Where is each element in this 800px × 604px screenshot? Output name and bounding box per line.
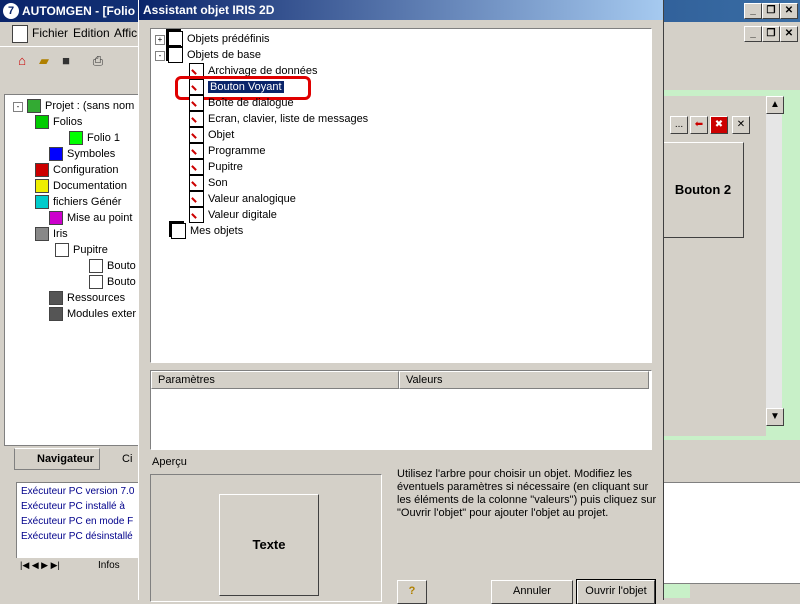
tab-navigateur[interactable]: Navigateur [14,448,100,470]
minimize-button[interactable]: _ [744,3,762,19]
help-text: Utilisez l'arbre pour choisir un objet. … [397,468,657,519]
object-icon [189,175,204,192]
menu-edition[interactable]: Edition [73,26,110,40]
column-header-parametres[interactable]: Paramètres [151,371,399,389]
help-button[interactable]: ? [397,580,427,604]
nav-item-mise-au-point[interactable]: Mise au point [49,211,132,227]
folder-icon [168,47,183,64]
log-panel: Exécuteur PC version 7.0 Exécuteur PC in… [16,482,142,560]
restore-button[interactable]: ❐ [762,3,780,19]
tab-infos[interactable]: Infos [98,560,120,571]
doc-minimize-button[interactable]: _ [744,26,762,42]
navigator-tabs: Navigateur Ci [4,446,140,470]
tree-item-valeur-analogique[interactable]: Valeur analogique [189,191,296,208]
object-icon [189,159,204,176]
tab-other[interactable]: Ci [102,450,138,468]
close-icon[interactable]: ✕ [732,116,750,134]
delete-icon[interactable]: ✖ [710,116,728,134]
document-icon [12,25,28,43]
tree-item-son[interactable]: Son [189,175,228,192]
nav-item-bouton-2[interactable]: Bouto [89,275,136,291]
tree-item-objet[interactable]: Objet [189,127,234,144]
nav-arrows-icon[interactable]: |◀ ◀ ▶ ▶| [20,560,60,571]
nav-item-bouton-1[interactable]: Bouto [89,259,136,275]
dialog-title: Assistant objet IRIS 2D [143,3,275,17]
log-line: Exécuteur PC désinstallé [21,531,133,542]
tree-item-valeur-digitale[interactable]: Valeur digitale [189,207,277,224]
menu-affichage[interactable]: Affic [114,26,137,40]
nav-item-ressources[interactable]: Ressources [49,291,125,307]
open-folder-icon[interactable]: ▰ [36,53,52,69]
folder-icon [171,223,186,240]
more-button[interactable]: ... [670,116,688,134]
nav-item-documentation[interactable]: Documentation [35,179,127,195]
nav-item-symboles[interactable]: Symboles [49,147,115,163]
arrow-left-icon[interactable]: ⬅ [690,116,708,134]
preview-label: Aperçu [152,456,187,468]
log-line: Exécuteur PC installé à [21,501,125,512]
print-icon[interactable]: ⎙ [90,53,106,69]
object-toolbar: ... ⬅ ✖ ✕ [668,116,754,134]
save-icon[interactable]: ■ [58,53,74,69]
log-line: Exécuteur PC version 7.0 [21,486,135,497]
bouton-2-object[interactable]: Bouton 2 [662,142,744,238]
vertical-scrollbar[interactable]: ▲ ▼ [766,96,784,426]
object-icon [189,207,204,224]
parameters-table: Paramètres Valeurs [150,370,652,450]
tree-item-programme[interactable]: Programme [189,143,265,160]
tree-item-objets-de-base[interactable]: - Objets de base [155,47,261,64]
navigator-panel: - Projet : (sans nom Folios Folio 1 Symbo… [4,94,142,446]
tree-item-boite-de-dialogue[interactable]: Boîte de dialogue [189,95,294,112]
preview-texte-button[interactable]: Texte [219,494,319,596]
right-log-panel [660,482,800,584]
dialog-title-bar: Assistant objet IRIS 2D [139,0,663,20]
nav-item-folio1[interactable]: Folio 1 [69,131,120,147]
home-icon[interactable]: ⌂ [14,53,30,69]
log-line: Exécuteur PC en mode F [21,516,134,527]
doc-close-button[interactable]: ✕ [780,26,798,42]
nav-item-pupitre[interactable]: Pupitre [55,243,108,259]
column-header-valeurs[interactable]: Valeurs [399,371,649,389]
tree-item-mes-objets[interactable]: Mes objets [171,223,243,240]
menu-fichier[interactable]: Fichier [32,26,68,40]
nav-item-configuration[interactable]: Configuration [35,163,118,179]
object-icon [189,127,204,144]
nav-item-iris[interactable]: Iris [35,227,68,243]
log-tabs: |◀ ◀ ▶ ▶| Infos [16,558,140,576]
folder-icon [168,31,183,48]
cancel-button[interactable]: Annuler [491,580,573,604]
nav-item-folios[interactable]: Folios [35,115,82,131]
app-logo-icon: 7 [3,3,19,19]
nav-item-modules[interactable]: Modules exter [49,307,136,323]
tree-item-objets-predefinis[interactable]: + Objets prédéfinis [155,31,270,48]
app-title: AUTOMGEN - [Folio 1. [22,4,149,18]
iris-object-wizard-dialog: Assistant objet IRIS 2D + Objets prédéfin… [138,0,664,604]
nav-item-fichiers[interactable]: fichiers Génér [35,195,121,211]
scroll-up-icon[interactable]: ▲ [766,96,784,114]
object-icon [189,191,204,208]
tree-item-ecran-clavier[interactable]: Ecran, clavier, liste de messages [189,111,368,128]
nav-item-projet[interactable]: - Projet : (sans nom [13,99,134,115]
scroll-down-icon[interactable]: ▼ [766,408,784,426]
object-icon [189,95,204,112]
close-button[interactable]: ✕ [780,3,798,19]
object-icon [189,143,204,160]
tree-item-pupitre[interactable]: Pupitre [189,159,243,176]
open-object-button[interactable]: Ouvrir l'objet [576,579,656,604]
toolbar: ⌂ ▰ ■ ⎙ [0,46,140,75]
object-icon [189,111,204,128]
object-tree[interactable]: + Objets prédéfinis - Objets de base Archi… [150,28,652,363]
status-indicator [660,584,690,598]
doc-restore-button[interactable]: ❐ [762,26,780,42]
